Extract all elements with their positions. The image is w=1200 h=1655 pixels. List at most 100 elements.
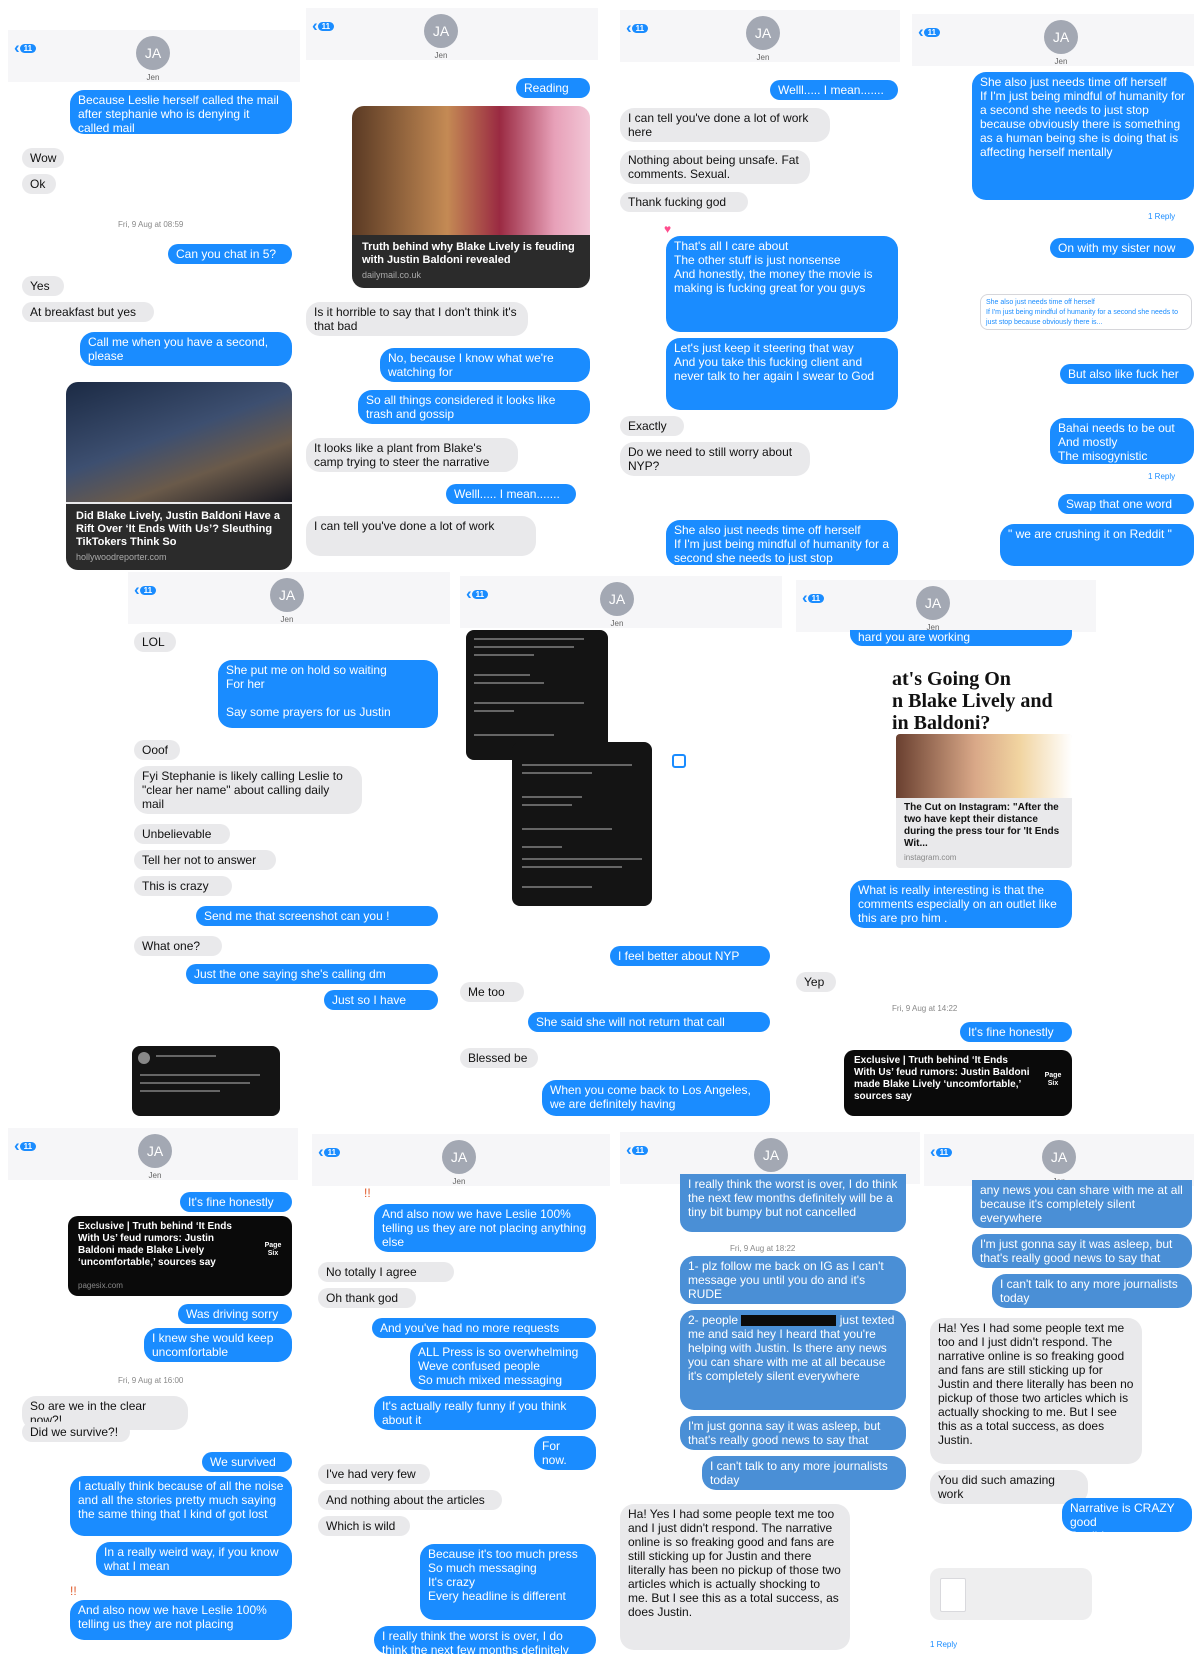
message-bubble: I'm just gonna say it was asleep, but th… (680, 1416, 906, 1450)
back-button[interactable]: ‹ 11 (626, 1140, 649, 1160)
message-bubble: Call me when you have a second, please (80, 332, 292, 366)
download-icon[interactable] (672, 754, 686, 768)
reply-count[interactable]: 1 Reply (1148, 212, 1175, 221)
message-bubble: No totally I agree (318, 1262, 454, 1282)
message-bubble: We survived (202, 1452, 292, 1472)
avatar[interactable]: JA (442, 1140, 476, 1174)
quoted-reply: She also just needs time off herself If … (980, 294, 1192, 330)
screenshot-attachment[interactable] (466, 630, 608, 760)
back-button[interactable]: ‹ 11 (626, 18, 649, 38)
chat-header: ‹11 JA Jen (8, 1128, 298, 1180)
back-button[interactable]: ‹ 11 (318, 1142, 341, 1162)
attachment-placeholder[interactable] (930, 1568, 1092, 1620)
message-bubble: I actually think because of all the nois… (70, 1476, 292, 1536)
haha-reaction-icon: !! (364, 1186, 371, 1200)
avatar[interactable]: JA (138, 1134, 172, 1168)
screenshot-attachment[interactable] (512, 742, 652, 906)
avatar[interactable]: JA (1044, 20, 1078, 54)
message-bubble: Ooof (134, 740, 180, 760)
message-bubble: On with my sister now (1050, 238, 1194, 258)
back-button[interactable]: ‹ 11 (14, 1136, 37, 1156)
message-bubble: " we are crushing it on Reddit " (1000, 524, 1194, 566)
contact-name: Jen (280, 615, 294, 624)
message-bubble: No, because I know what we're watching f… (380, 348, 590, 382)
message-bubble: Reading (516, 78, 590, 98)
link-preview[interactable]: Truth behind why Blake Lively is feuding… (352, 106, 590, 288)
timestamp: Fri, 9 Aug at 14:22 (892, 1004, 958, 1013)
message-bubble: Did we survive?! (22, 1422, 130, 1442)
page-six-logo: Page Six (1044, 1072, 1062, 1087)
document-icon (940, 1578, 966, 1612)
avatar[interactable]: JA (136, 36, 170, 70)
link-preview[interactable]: The Cut on Instagram: "After the two hav… (896, 734, 1072, 868)
message-bubble: Which is wild (318, 1516, 410, 1536)
heart-reaction-icon: ♥ (664, 222, 672, 236)
message-bubble: Yes (22, 276, 64, 296)
haha-reaction-icon: !! (70, 1584, 77, 1598)
message-bubble: I can't talk to any more journalists tod… (992, 1274, 1192, 1308)
link-preview-source: pagesix.com (78, 1281, 123, 1290)
message-bubble: Was driving sorry (178, 1304, 292, 1324)
chat-header: ‹11 JA Jen (8, 30, 300, 82)
chat-header: ‹11 JA Jen (312, 1134, 610, 1186)
link-preview[interactable]: Exclusive | Truth behind ‘It Ends With U… (68, 1216, 292, 1296)
link-preview[interactable]: Did Blake Lively, Justin Baldoni Have a … (66, 382, 292, 570)
link-preview[interactable]: Exclusive | Truth behind ‘It Ends With U… (844, 1050, 1072, 1116)
back-button[interactable]: ‹ 11 (312, 16, 335, 36)
message-bubble: I'm just gonna say it was asleep, but th… (972, 1234, 1192, 1268)
message-bubble: Bahai needs to be out And mostly The mis… (1050, 418, 1194, 464)
message-bubble: It's fine honestly (180, 1192, 292, 1212)
back-button[interactable]: ‹ 11 (930, 1142, 953, 1162)
message-bubble: Ha! Yes I had some people text me too an… (930, 1318, 1142, 1464)
message-bubble: Send me that screenshot can you ! (196, 906, 438, 926)
chat-header: ‹11 JA Jen (128, 572, 450, 624)
back-button[interactable]: ‹ 11 (466, 584, 489, 604)
message-bubble: Just so I have (324, 990, 438, 1010)
link-preview-source: instagram.com (904, 853, 957, 862)
screenshot-attachment[interactable] (132, 1046, 280, 1116)
contact-name: Jen (434, 51, 448, 60)
message-bubble: She said she will not return that call (528, 1012, 770, 1032)
message-bubble: I really think the worst is over, I do t… (680, 1174, 906, 1232)
chat-panel-5: ‹ 11 JA Jen LOL She put me on hold so wai… (128, 572, 450, 1117)
link-preview-image (896, 734, 1072, 798)
timestamp: Fri, 9 Aug at 16:00 (118, 1376, 184, 1385)
chat-panel-11: ‹11 JA Jen any news you can share with m… (924, 1134, 1194, 1654)
contact-name: Jen (452, 1177, 466, 1186)
avatar[interactable]: JA (1042, 1140, 1076, 1174)
link-preview-image (66, 382, 292, 502)
back-button[interactable]: ‹ 11 (918, 22, 941, 42)
reply-count[interactable]: 1 Reply (1148, 472, 1175, 481)
chat-header: ‹11 JA Jen (306, 8, 598, 60)
message-bubble: ALL Press is so overwhelming Weve confus… (410, 1342, 596, 1390)
message-bubble: That's all I care about The other stuff … (666, 236, 898, 332)
message-bubble: Nothing about being unsafe. Fat comments… (620, 150, 810, 184)
timestamp: Fri, 9 Aug at 18:22 (730, 1244, 796, 1253)
contact-name: Jen (1054, 57, 1068, 66)
link-preview-image (352, 106, 590, 238)
back-button[interactable]: ‹ 11 (14, 38, 37, 58)
contact-name: Jen (756, 53, 770, 62)
reply-count[interactable]: 1 Reply (930, 1640, 957, 1649)
avatar[interactable]: JA (916, 586, 950, 620)
chat-panel-4: ‹ 11 JA Jen She also just needs time off … (912, 14, 1194, 566)
avatar[interactable]: JA (600, 582, 634, 616)
back-button[interactable]: ‹ 11 (802, 588, 825, 608)
avatar[interactable]: JA (424, 14, 458, 48)
avatar[interactable]: JA (746, 16, 780, 50)
message-bubble: Because Leslie herself called the mail a… (70, 90, 292, 135)
message-bubble: She also just needs time off herself If … (972, 72, 1194, 200)
link-preview-title: The Cut on Instagram: "After the two hav… (904, 802, 1060, 849)
avatar[interactable]: JA (754, 1138, 788, 1172)
chat-panel-3: ‹ 11 JA Jen Welll..... I mean....... I ca… (620, 10, 900, 565)
message-bubble: Swap that one word (1058, 494, 1194, 514)
message-bubble: Fyi Stephanie is likely calling Leslie t… (134, 766, 362, 814)
message-bubble: Can you chat in 5? (168, 244, 292, 264)
message-bubble: I can tell you've done a lot of work her… (620, 108, 830, 142)
back-button[interactable]: ‹ 11 (134, 580, 157, 600)
message-bubble: Wow (22, 148, 64, 168)
message-bubble: You did such amazing work (930, 1470, 1088, 1504)
avatar[interactable]: JA (270, 578, 304, 612)
chat-header: ‹11 JA Jen (912, 14, 1194, 66)
link-preview-caption: Did Blake Lively, Justin Baldoni Have a … (66, 504, 292, 570)
